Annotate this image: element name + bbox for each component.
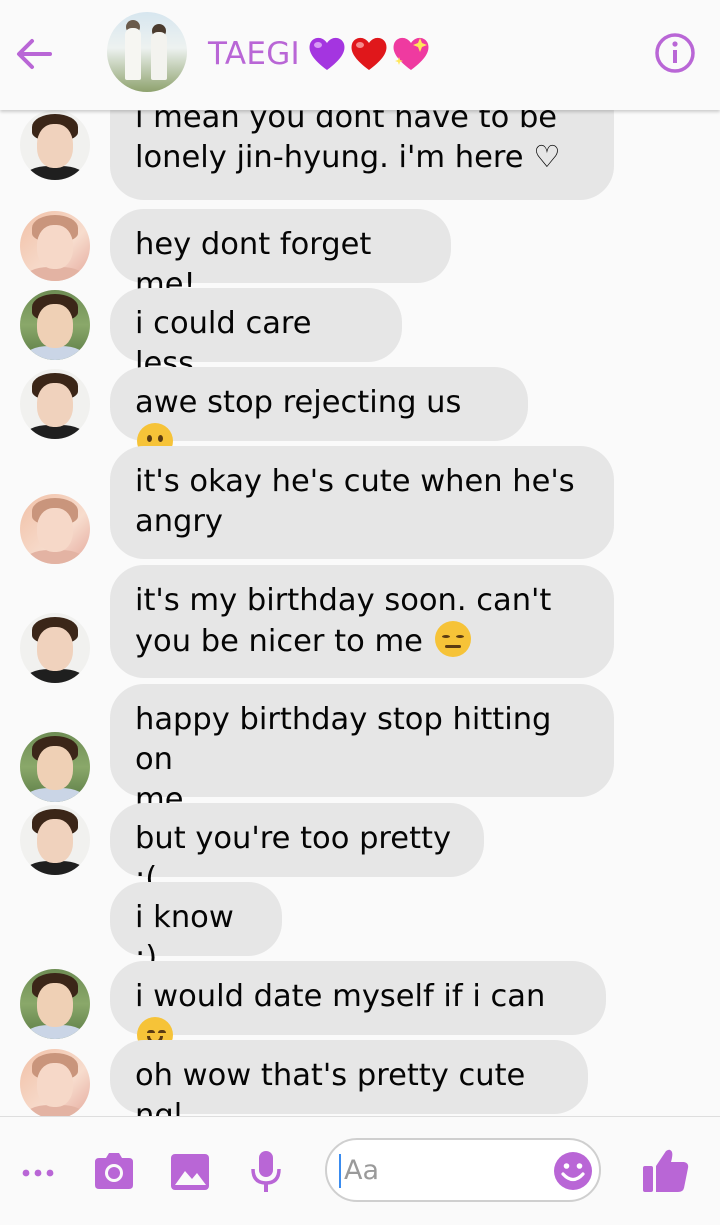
message-bubble[interactable]: i could care less xyxy=(110,288,402,381)
message: but you're too pretty :( xyxy=(0,803,720,896)
camera-icon[interactable] xyxy=(90,1147,138,1195)
message: hey dont forget me! xyxy=(0,209,720,302)
message: i would date myself if i can xyxy=(0,961,720,1053)
message-text: i would date myself if i can xyxy=(135,979,555,1014)
title-emojis xyxy=(306,33,432,75)
message: happy birthday stop hitting on me xyxy=(0,684,720,817)
emoji-icon[interactable] xyxy=(551,1149,595,1193)
thumbs-up-icon[interactable] xyxy=(640,1145,689,1193)
message-bubble[interactable]: i would date myself if i can xyxy=(110,961,606,1053)
avatar[interactable] xyxy=(20,110,90,180)
message: i know :) xyxy=(0,882,720,975)
avatar[interactable] xyxy=(20,969,90,1039)
microphone-icon[interactable] xyxy=(242,1147,290,1195)
message-bubble[interactable]: happy birthday stop hitting on me xyxy=(110,684,614,817)
avatar[interactable] xyxy=(20,494,90,564)
message-bubble[interactable]: i mean you dont have to be lonely jin-hy… xyxy=(110,110,614,200)
message-bubble[interactable]: i know :) xyxy=(110,882,282,975)
avatar[interactable] xyxy=(20,732,90,802)
avatar[interactable] xyxy=(20,290,90,360)
message: awe stop rejecting us xyxy=(0,367,720,459)
message-text: it's my birthday soon. can't you be nice… xyxy=(135,583,552,659)
message-bubble[interactable]: hey dont forget me! xyxy=(110,209,451,302)
chat-header: TAEGI xyxy=(0,0,720,110)
avatar[interactable] xyxy=(20,369,90,439)
message: i mean you dont have to be lonely jin-hy… xyxy=(0,110,720,200)
group-avatar[interactable] xyxy=(107,12,187,92)
chat-title[interactable]: TAEGI xyxy=(208,30,300,78)
message-bubble[interactable]: awe stop rejecting us xyxy=(110,367,528,459)
message-input-placeholder: Aa xyxy=(344,1155,380,1186)
message: it's my birthday soon. can't you be nice… xyxy=(0,565,720,683)
arrow-left-icon[interactable] xyxy=(14,34,54,74)
avatar[interactable] xyxy=(20,805,90,875)
message: it's okay he's cute when he's angry xyxy=(0,446,720,564)
red-heart-icon xyxy=(351,37,387,70)
message: i could care less xyxy=(0,288,720,381)
message-bubble[interactable]: but you're too pretty :( xyxy=(110,803,484,896)
message-bubble[interactable]: it's my birthday soon. can't you be nice… xyxy=(110,565,614,678)
message: oh wow that's pretty cute ngl xyxy=(0,1040,720,1116)
sparkling-heart-icon xyxy=(393,37,429,70)
message-bubble[interactable]: oh wow that's pretty cute ngl xyxy=(110,1040,588,1116)
message-list[interactable]: i mean you dont have to be lonely jin-hy… xyxy=(0,110,720,1116)
info-icon[interactable] xyxy=(654,32,696,74)
pensive-face-icon xyxy=(434,621,471,657)
avatar[interactable] xyxy=(20,613,90,683)
more-icon[interactable] xyxy=(14,1147,62,1195)
message-text: awe stop rejecting us xyxy=(135,385,472,420)
message-bubble[interactable]: it's okay he's cute when he's angry xyxy=(110,446,614,559)
purple-heart-icon xyxy=(309,37,345,70)
avatar[interactable] xyxy=(20,211,90,281)
message-input[interactable]: Aa xyxy=(325,1138,601,1202)
text-caret xyxy=(339,1154,341,1188)
avatar[interactable] xyxy=(20,1049,90,1116)
image-icon[interactable] xyxy=(166,1147,214,1195)
